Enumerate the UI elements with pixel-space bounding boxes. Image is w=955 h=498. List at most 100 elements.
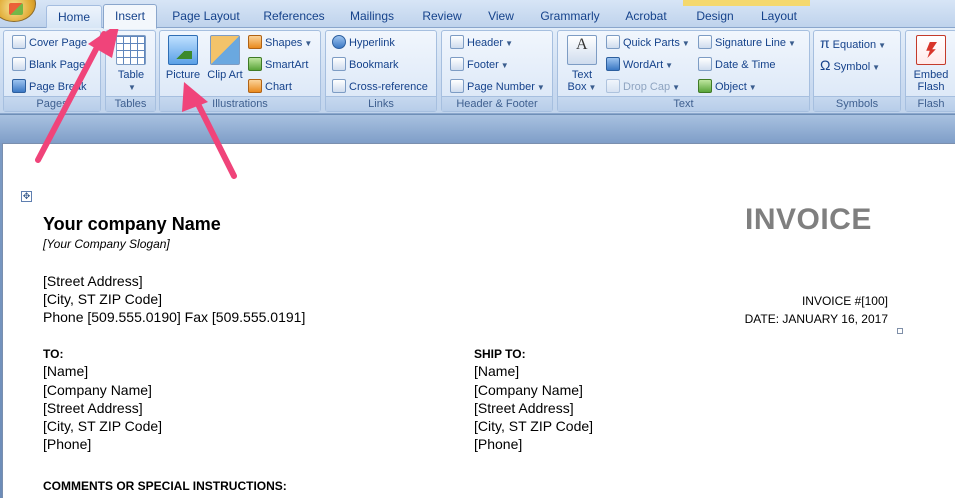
quick-parts-button[interactable]: Quick Parts ▼ bbox=[606, 34, 690, 52]
bookmark-button[interactable]: Bookmark bbox=[332, 56, 399, 74]
to-phone[interactable]: [Phone] bbox=[43, 435, 91, 453]
wordart-button[interactable]: WordArt ▼ bbox=[606, 56, 673, 74]
group-symbols: π Equation ▼ Ω Symbol ▼ Symbols bbox=[813, 30, 901, 112]
to-label: TO: bbox=[43, 347, 64, 361]
table-icon bbox=[116, 35, 146, 65]
group-label-links: Links bbox=[326, 96, 436, 111]
ship-to-label: SHIP TO: bbox=[474, 347, 526, 361]
picture-button[interactable]: Picture bbox=[163, 35, 203, 81]
footer-icon bbox=[450, 57, 464, 71]
shapes-icon bbox=[248, 35, 262, 49]
text-box-icon bbox=[567, 35, 597, 65]
clip-art-icon bbox=[210, 35, 240, 65]
ribbon-tab-bar: Home Insert Page Layout References Maili… bbox=[0, 0, 955, 29]
ship-to-phone[interactable]: [Phone] bbox=[474, 435, 522, 453]
embed-flash-button[interactable]: Embed Flash bbox=[909, 35, 953, 93]
clip-art-button[interactable]: Clip Art bbox=[207, 35, 243, 81]
company-street[interactable]: [Street Address] bbox=[43, 272, 143, 290]
tab-home[interactable]: Home bbox=[46, 5, 102, 28]
hyperlink-button[interactable]: Hyperlink bbox=[332, 34, 395, 52]
signature-line-icon bbox=[698, 35, 712, 49]
group-flash: Embed Flash Flash bbox=[905, 30, 955, 112]
invoice-number[interactable]: INVOICE #[100] bbox=[802, 294, 888, 308]
group-label-flash: Flash bbox=[906, 96, 955, 111]
footer-button[interactable]: Footer ▼ bbox=[450, 56, 509, 74]
shapes-button[interactable]: Shapes ▼ bbox=[248, 34, 312, 52]
to-name[interactable]: [Name] bbox=[43, 362, 88, 380]
tab-page-layout[interactable]: Page Layout bbox=[164, 5, 248, 28]
group-tables: Table ▼ Tables bbox=[105, 30, 156, 112]
hyperlink-globe-icon bbox=[332, 35, 346, 49]
company-slogan[interactable]: [Your Company Slogan] bbox=[43, 237, 170, 251]
drop-cap-button: Drop Cap ▼ bbox=[606, 78, 680, 96]
pi-icon: π bbox=[820, 35, 830, 51]
page-break-button[interactable]: Page Break bbox=[12, 78, 98, 96]
calendar-icon bbox=[698, 57, 712, 71]
tab-acrobat[interactable]: Acrobat bbox=[616, 5, 676, 28]
company-name[interactable]: Your company Name bbox=[43, 214, 221, 235]
ship-to-company[interactable]: [Company Name] bbox=[474, 381, 583, 399]
group-label-illustrations: Illustrations bbox=[160, 96, 320, 111]
tab-review[interactable]: Review bbox=[414, 5, 470, 28]
wordart-icon bbox=[606, 57, 620, 71]
to-city[interactable]: [City, ST ZIP Code] bbox=[43, 417, 162, 435]
header-button[interactable]: Header ▼ bbox=[450, 34, 513, 52]
office-logo-icon bbox=[9, 3, 23, 15]
ship-to-name[interactable]: [Name] bbox=[474, 362, 519, 380]
group-label-tables: Tables bbox=[106, 96, 155, 111]
group-links: Hyperlink Bookmark Cross-reference Links bbox=[325, 30, 437, 112]
date-time-button[interactable]: Date & Time bbox=[698, 56, 776, 74]
tab-layout[interactable]: Layout bbox=[752, 5, 806, 28]
group-label-symbols: Symbols bbox=[814, 96, 900, 111]
tab-insert[interactable]: Insert bbox=[103, 4, 157, 29]
blank-page-button[interactable]: Blank Page bbox=[12, 56, 85, 74]
table-move-handle-icon[interactable]: ✥ bbox=[21, 191, 32, 202]
object-button[interactable]: Object ▼ bbox=[698, 78, 757, 96]
invoice-title[interactable]: INVOICE bbox=[745, 203, 872, 237]
invoice-date[interactable]: DATE: JANUARY 16, 2017 bbox=[745, 312, 888, 326]
company-phone-fax[interactable]: Phone [509.555.0190] Fax [509.555.0191] bbox=[43, 308, 305, 326]
quick-parts-icon bbox=[606, 35, 620, 49]
tab-design[interactable]: Design bbox=[686, 5, 744, 28]
text-box-button[interactable]: Text Box▼ bbox=[562, 35, 602, 94]
group-label-header-footer: Header & Footer bbox=[442, 96, 552, 111]
chart-icon bbox=[248, 79, 262, 93]
office-button[interactable] bbox=[0, 0, 36, 22]
page-number-button[interactable]: Page Number ▼ bbox=[450, 78, 545, 96]
signature-line-button[interactable]: Signature Line ▼ bbox=[698, 34, 796, 52]
page-number-icon bbox=[450, 79, 464, 93]
cover-page-button[interactable]: Cover Page bbox=[12, 34, 87, 52]
cover-page-icon bbox=[12, 35, 26, 49]
group-pages: Cover Page Blank Page Page Break Pages bbox=[3, 30, 101, 112]
ribbon: Cover Page Blank Page Page Break Pages T… bbox=[0, 28, 955, 114]
drop-cap-icon bbox=[606, 79, 620, 93]
to-street[interactable]: [Street Address] bbox=[43, 399, 143, 417]
ship-to-city[interactable]: [City, ST ZIP Code] bbox=[474, 417, 593, 435]
table-resize-handle[interactable] bbox=[897, 328, 903, 334]
tab-grammarly[interactable]: Grammarly bbox=[533, 5, 607, 28]
group-label-pages: Pages bbox=[4, 96, 100, 111]
smartart-button[interactable]: SmartArt bbox=[248, 56, 308, 74]
company-city[interactable]: [City, ST ZIP Code] bbox=[43, 290, 162, 308]
to-company[interactable]: [Company Name] bbox=[43, 381, 152, 399]
symbol-button[interactable]: Ω Symbol ▼ bbox=[820, 56, 880, 74]
table-button[interactable]: Table ▼ bbox=[112, 35, 150, 94]
tab-view[interactable]: View bbox=[478, 5, 524, 28]
flash-icon bbox=[916, 35, 946, 65]
tab-references[interactable]: References bbox=[256, 5, 332, 28]
blank-page-icon bbox=[12, 57, 26, 71]
bookmark-icon bbox=[332, 57, 346, 71]
group-illustrations: Picture Clip Art Shapes ▼ SmartArt Chart … bbox=[159, 30, 321, 112]
picture-icon bbox=[168, 35, 198, 65]
group-text: Text Box▼ Quick Parts▼ WordArt▼ Drop Cap… bbox=[557, 30, 810, 112]
cross-reference-button[interactable]: Cross-reference bbox=[332, 78, 428, 96]
group-header-footer: Header ▼ Footer ▼ Page Number ▼ Header & Fo… bbox=[441, 30, 553, 112]
equation-button[interactable]: π Equation ▼ bbox=[820, 34, 886, 52]
object-icon bbox=[698, 79, 712, 93]
smartart-icon bbox=[248, 57, 262, 71]
header-icon bbox=[450, 35, 464, 49]
chart-button[interactable]: Chart bbox=[248, 78, 292, 96]
cross-reference-icon bbox=[332, 79, 346, 93]
ship-to-street[interactable]: [Street Address] bbox=[474, 399, 574, 417]
tab-mailings[interactable]: Mailings bbox=[341, 5, 403, 28]
